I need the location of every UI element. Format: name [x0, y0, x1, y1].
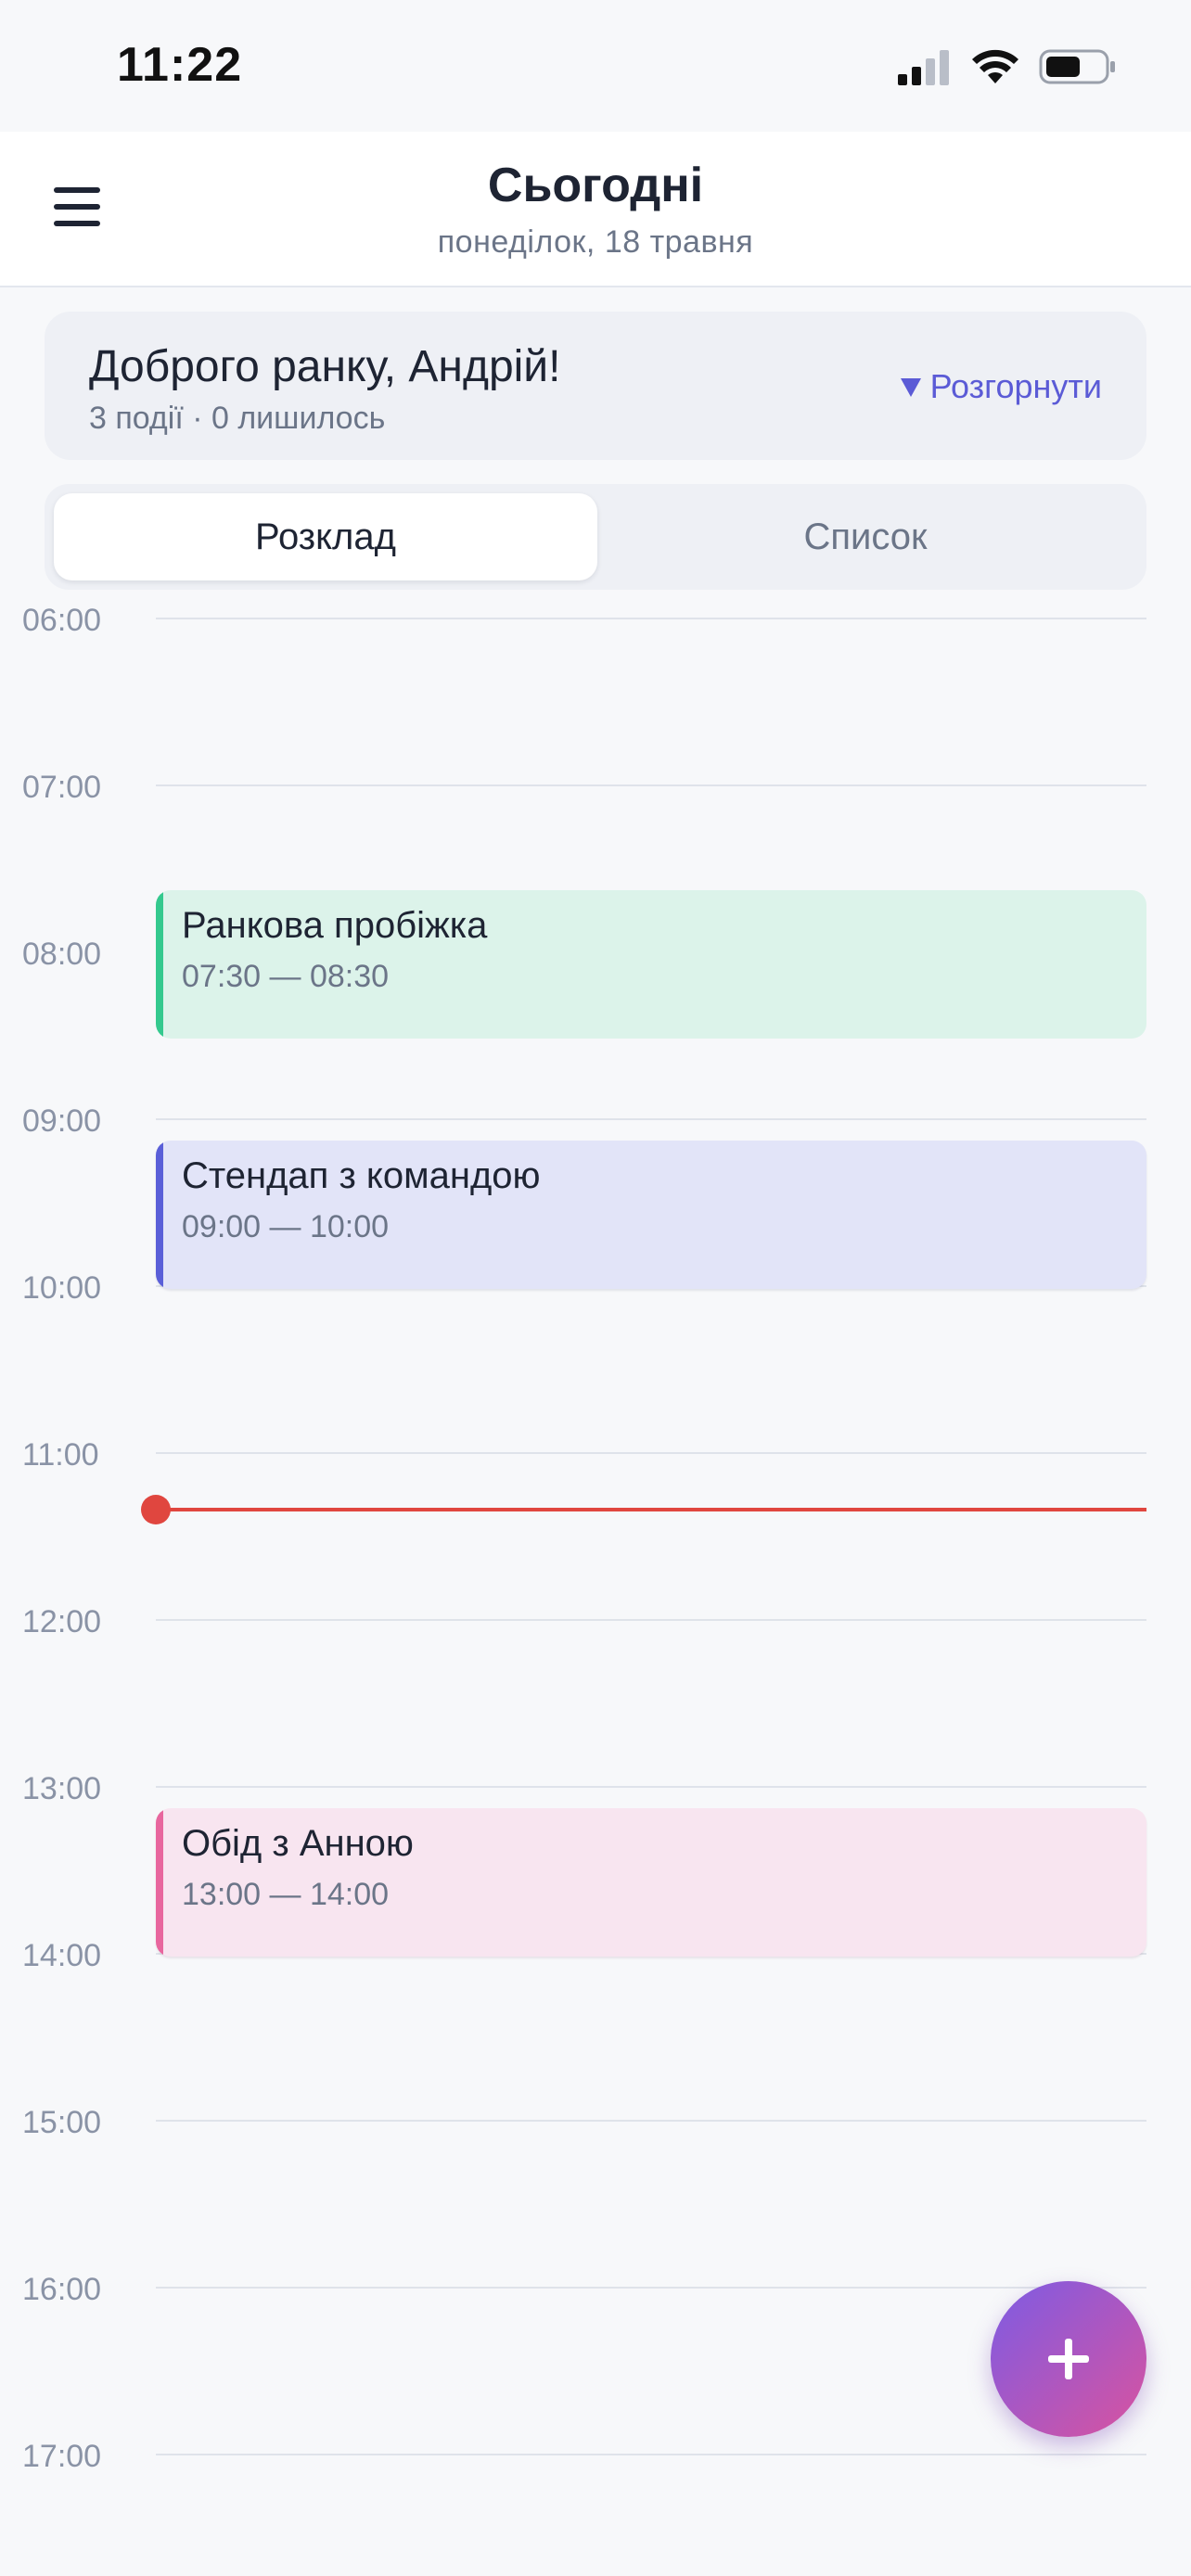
hour-label: 13:00	[22, 1771, 102, 1806]
event-title: Стендап з командою	[182, 1155, 541, 1196]
hour-label: 11:00	[22, 1437, 99, 1473]
hour-gridline	[156, 784, 1146, 786]
hour-label: 16:00	[22, 2272, 102, 2307]
hour-gridline	[156, 2454, 1146, 2455]
hour-label: 10:00	[22, 1270, 102, 1306]
status-icons	[896, 46, 1117, 87]
event-card-standup[interactable]: Стендап з командою 09:00 — 10:00	[156, 1141, 1146, 1289]
event-card-morning-run[interactable]: Ранкова пробіжка 07:30 — 08:30	[156, 890, 1146, 1039]
hour-label: 17:00	[22, 2439, 102, 2474]
hour-gridline	[156, 2120, 1146, 2122]
hour-label: 08:00	[22, 937, 102, 972]
add-event-button[interactable]	[991, 2281, 1146, 2437]
event-card-lunch[interactable]: Обід з Анною 13:00 — 14:00	[156, 1808, 1146, 1957]
greeting-summary: 3 події · 0 лишилось	[89, 401, 386, 436]
event-title: Обід з Анною	[182, 1823, 414, 1864]
status-time: 11:22	[117, 38, 243, 92]
page-title: Сьогодні	[487, 159, 704, 212]
hour-gridline	[156, 1619, 1146, 1621]
tab-schedule[interactable]: Розклад	[54, 493, 597, 580]
app-header: Сьогодні понеділок, 18 травня	[0, 132, 1191, 287]
hour-label: 07:00	[22, 770, 102, 805]
event-time: 13:00 — 14:00	[182, 1877, 390, 1912]
event-time: 07:30 — 08:30	[182, 959, 390, 994]
event-time: 09:00 — 10:00	[182, 1209, 390, 1244]
view-switch: Розклад Список	[45, 484, 1146, 590]
current-time-dot	[141, 1495, 171, 1524]
hour-label: 12:00	[22, 1604, 102, 1639]
status-bar: 11:22	[0, 0, 1191, 132]
cellular-signal-icon	[898, 50, 949, 85]
triangle-down-icon	[900, 378, 921, 397]
hour-gridline	[156, 1786, 1146, 1788]
expand-button[interactable]: Розгорнути	[900, 367, 1102, 406]
wifi-icon	[972, 49, 1018, 83]
greeting-card: Доброго ранку, Андрій! 3 події · 0 лишил…	[45, 312, 1146, 460]
current-time-line	[156, 1508, 1146, 1511]
event-title: Ранкова пробіжка	[182, 905, 488, 946]
event-color-bar	[156, 1141, 163, 1289]
hour-gridline	[156, 1118, 1146, 1120]
event-color-bar	[156, 890, 163, 1039]
event-color-bar	[156, 1808, 163, 1957]
day-timeline[interactable]: 06:00 07:00 08:00 09:00 10:00 11:00 12:0…	[0, 590, 1191, 2576]
hour-label: 15:00	[22, 2105, 102, 2140]
greeting-title: Доброго ранку, Андрій!	[89, 342, 561, 391]
hour-label: 06:00	[22, 603, 102, 638]
plus-icon	[1048, 2339, 1089, 2379]
hour-gridline	[156, 1452, 1146, 1454]
hour-label: 09:00	[22, 1103, 102, 1139]
hour-label: 14:00	[22, 1938, 102, 1973]
tab-list[interactable]: Список	[594, 493, 1137, 580]
hour-gridline	[156, 618, 1146, 619]
battery-icon	[1039, 49, 1115, 84]
page-date: понеділок, 18 травня	[437, 224, 754, 260]
expand-label: Розгорнути	[929, 367, 1102, 405]
hour-gridline	[156, 2287, 1146, 2289]
